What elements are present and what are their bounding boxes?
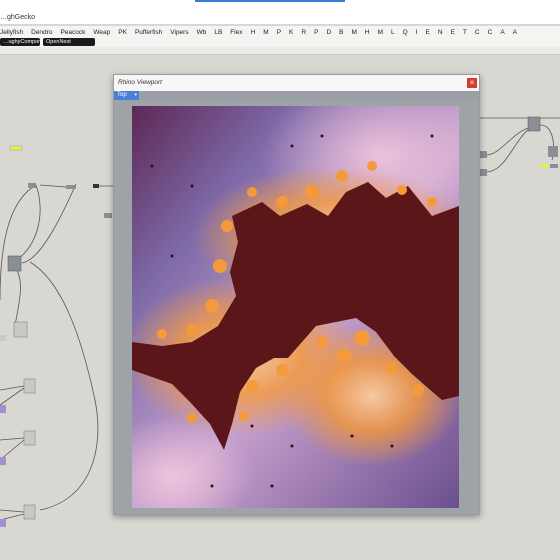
rhino-viewport-window[interactable]: Rhino Viewport × Top ▾ <box>113 74 480 515</box>
title-bar: …ghGecko <box>0 0 560 24</box>
tab-p2[interactable]: P <box>314 29 318 36</box>
tab-h2[interactable]: H <box>365 29 370 36</box>
viewport-body[interactable] <box>114 100 479 514</box>
component-tabs: Jellyfish Dendro Peacock Weap PK Pufferf… <box>0 26 560 38</box>
canvas-node[interactable] <box>480 169 487 176</box>
tab-m3[interactable]: M <box>378 29 383 36</box>
viewport-titlebar[interactable]: Rhino Viewport × <box>114 75 479 91</box>
tab-peacock[interactable]: Peacock <box>60 29 85 36</box>
canvas-node[interactable] <box>23 378 36 394</box>
canvas-node[interactable] <box>13 321 28 338</box>
canvas-header-strip <box>0 47 560 55</box>
viewport-tab-label: Top <box>117 92 127 98</box>
tab-c[interactable]: C <box>475 29 480 36</box>
tab-e[interactable]: E <box>426 29 430 36</box>
chevron-down-icon[interactable]: ▾ <box>134 91 137 100</box>
tab-l[interactable]: L <box>391 29 395 36</box>
tab-m2[interactable]: M <box>351 29 356 36</box>
tab-p[interactable]: P <box>277 29 281 36</box>
tab-dendro[interactable]: Dendro <box>31 29 52 36</box>
tab-e2[interactable]: E <box>451 29 455 36</box>
tab-n[interactable]: N <box>438 29 443 36</box>
tab-pufferfish[interactable]: Pufferfish <box>135 29 162 36</box>
canvas-node[interactable] <box>93 184 99 188</box>
param-node[interactable] <box>0 405 6 413</box>
tab-wb[interactable]: Wb <box>197 29 207 36</box>
canvas-node[interactable] <box>480 151 487 158</box>
close-icon[interactable]: × <box>467 78 477 88</box>
tab-pk[interactable]: PK <box>118 29 127 36</box>
tab-vipers[interactable]: Vipers <box>170 29 188 36</box>
panel-node[interactable] <box>9 145 23 151</box>
tab-b[interactable]: B <box>339 29 343 36</box>
tab-a2[interactable]: A <box>513 29 517 36</box>
tab-r[interactable]: R <box>301 29 306 36</box>
tab-flex[interactable]: Flex <box>230 29 242 36</box>
tab-weap[interactable]: Weap <box>93 29 110 36</box>
canvas-node[interactable] <box>550 164 558 168</box>
tab-t[interactable]: T <box>463 29 467 36</box>
tab-q[interactable]: Q <box>403 29 408 36</box>
tab-lb[interactable]: LB <box>214 29 222 36</box>
tab-d[interactable]: D <box>326 29 331 36</box>
tools-bar: …ughyCompone… OpenNest <box>0 38 560 47</box>
canvas-node[interactable] <box>28 183 36 188</box>
tab-c2[interactable]: C <box>488 29 493 36</box>
tab-i[interactable]: I <box>416 29 418 36</box>
canvas-node[interactable] <box>23 504 36 520</box>
canvas-node[interactable] <box>0 335 6 341</box>
panel-node[interactable] <box>541 164 548 168</box>
param-node[interactable] <box>0 519 6 527</box>
canvas-node[interactable] <box>66 185 76 189</box>
fractal-image <box>132 106 459 508</box>
canvas-node[interactable] <box>527 116 541 132</box>
component-chip-opennest[interactable]: OpenNest <box>43 38 95 46</box>
app-title: …ghGecko <box>0 14 36 21</box>
tab-m[interactable]: M <box>263 29 268 36</box>
viewport-tab-top[interactable]: Top ▾ <box>114 91 139 100</box>
tab-k[interactable]: K <box>289 29 293 36</box>
canvas-node[interactable] <box>104 213 112 218</box>
viewport-tab-row: Top ▾ <box>114 91 479 100</box>
tab-jellyfish[interactable]: Jellyfish <box>0 29 23 36</box>
canvas-node[interactable] <box>548 146 558 157</box>
component-chip-rough[interactable]: …ughyCompone… <box>0 38 50 46</box>
canvas-node[interactable] <box>23 430 36 446</box>
param-node[interactable] <box>0 457 6 465</box>
canvas-node[interactable] <box>7 255 22 272</box>
viewport-title: Rhino Viewport <box>118 79 162 86</box>
fractal-render <box>132 106 459 508</box>
tab-a[interactable]: A <box>500 29 504 36</box>
title-accent <box>195 0 345 2</box>
tab-h[interactable]: H <box>251 29 256 36</box>
